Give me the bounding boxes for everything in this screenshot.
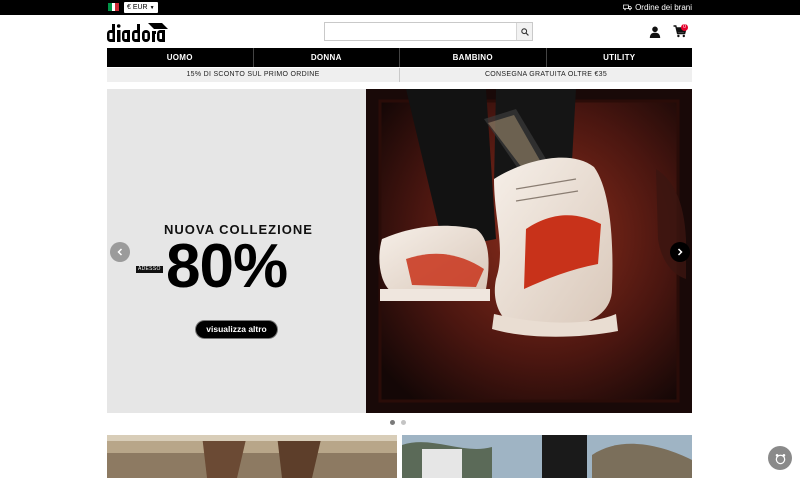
nav-item-utility[interactable]: UTILITY [547, 48, 693, 67]
top-bar: € EUR ▼ Ordine dei brani [0, 0, 800, 15]
search-input[interactable] [325, 23, 517, 40]
search-icon [520, 27, 529, 36]
caret-down-icon: ▼ [149, 5, 155, 11]
nav-item-uomo[interactable]: UOMO [107, 48, 254, 67]
orders-label: Ordine dei brani [635, 3, 692, 12]
carousel-prev-button[interactable] [110, 242, 130, 262]
category-tile-1[interactable] [107, 435, 397, 478]
italy-flag-icon[interactable] [108, 3, 120, 11]
truck-icon [623, 4, 632, 11]
user-icon[interactable] [649, 26, 661, 38]
hero-now-badge: ADESSO [136, 266, 163, 273]
currency-selector[interactable]: € EUR ▼ [124, 2, 158, 13]
search-button[interactable] [516, 23, 532, 40]
nav-item-bambino[interactable]: BAMBINO [400, 48, 547, 67]
category-photo-2 [402, 435, 692, 478]
category-tile-2[interactable] [402, 435, 692, 478]
chevron-right-icon [677, 248, 683, 256]
chat-button[interactable] [768, 446, 792, 470]
diadora-logo[interactable] [107, 21, 169, 45]
promo-first-order-discount[interactable]: 15% DI SCONTO SUL PRIMO ORDINE [107, 68, 400, 82]
chat-icon [775, 453, 785, 464]
hero-carousel: NUOVA COLLEZIONE 80% ADESSO visualizza a… [107, 89, 692, 413]
hero-discount: 80% [166, 232, 288, 301]
hero-text-panel: NUOVA COLLEZIONE 80% ADESSO visualizza a… [107, 89, 366, 413]
promo-bar: 15% DI SCONTO SUL PRIMO ORDINE CONSEGNA … [107, 68, 692, 82]
search-bar [324, 22, 533, 41]
hero-cta-button[interactable]: visualizza altro [196, 321, 277, 338]
category-photo-1 [107, 435, 397, 478]
carousel-dot-2[interactable] [401, 420, 406, 425]
nav-item-donna[interactable]: DONNA [254, 48, 400, 67]
main-nav: UOMO DONNA BAMBINO UTILITY [107, 48, 692, 67]
cart-count-badge: 0 [681, 24, 688, 31]
promo-free-shipping[interactable]: CONSEGNA GRATUITA OLTRE €35 [400, 68, 692, 82]
sneaker-photo [366, 89, 692, 413]
currency-label: € EUR [127, 4, 148, 11]
chevron-left-icon [117, 248, 123, 256]
carousel-dot-1[interactable] [390, 420, 395, 425]
carousel-next-button[interactable] [670, 242, 690, 262]
carousel-dots [390, 420, 406, 425]
hero-image[interactable] [366, 89, 692, 413]
order-tracking-link[interactable]: Ordine dei brani [623, 2, 692, 13]
